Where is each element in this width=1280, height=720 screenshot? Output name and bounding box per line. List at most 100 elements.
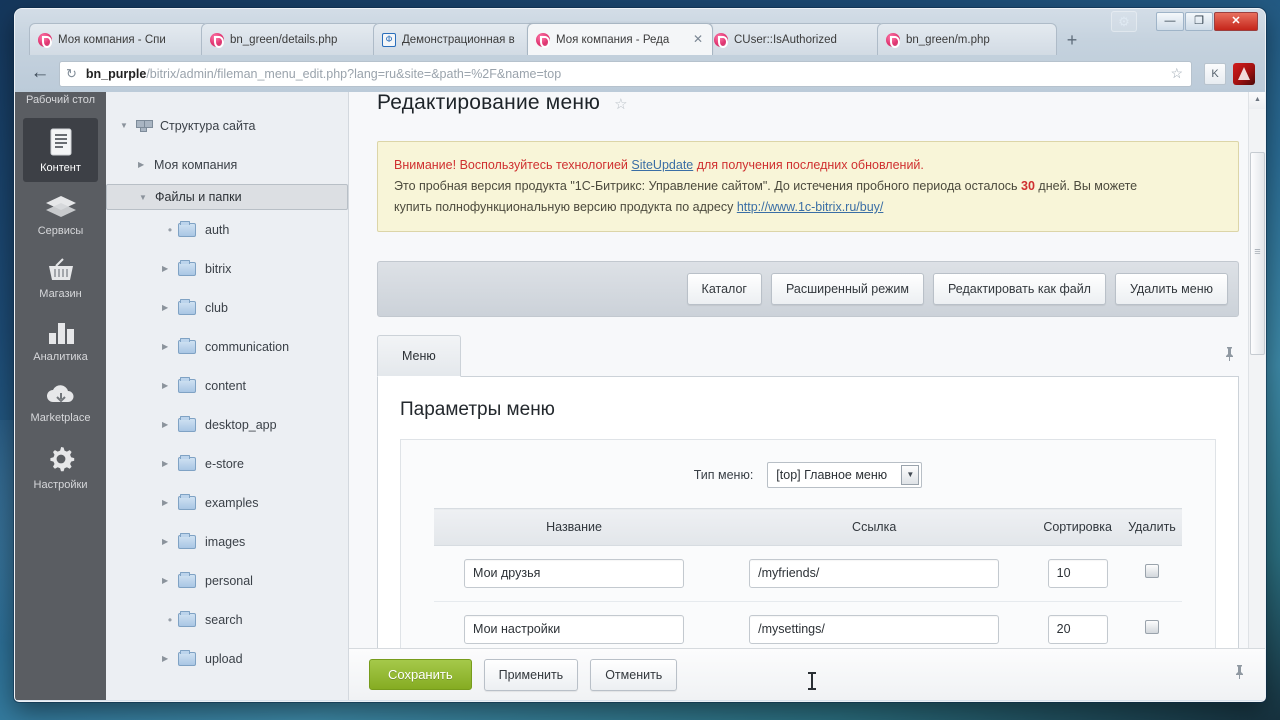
folder-icon: [178, 415, 196, 432]
chevron-right-icon[interactable]: ▶: [162, 654, 178, 663]
chevron-right-icon[interactable]: ▶: [162, 498, 178, 507]
tree-node-my-company[interactable]: ▶ Моя компания: [106, 145, 348, 184]
browser-tab-6[interactable]: bn_green/m.php: [877, 23, 1057, 55]
tab-menu[interactable]: Меню: [377, 335, 461, 377]
tab-title: CUser::IsAuthorized: [734, 33, 837, 46]
bitrix-logo-icon: [38, 32, 52, 48]
tree-node-search[interactable]: • search: [106, 600, 348, 639]
extension-k-icon[interactable]: K: [1204, 62, 1226, 85]
tree-node-club[interactable]: ▶ club: [106, 288, 348, 327]
tree-node-label: Моя компания: [154, 157, 238, 172]
demo-site-icon: [382, 32, 396, 47]
tree-node-label: auth: [205, 222, 230, 237]
edit-as-file-button[interactable]: Редактировать как файл: [933, 273, 1106, 305]
address-bar[interactable]: ↻ bn_purple/bitrix/admin/fileman_menu_ed…: [59, 60, 1192, 87]
menu-type-select[interactable]: [top] Главное меню ▼: [767, 462, 923, 488]
tree-node-label: e-store: [205, 456, 244, 471]
sidebar-item-marketplace[interactable]: Marketplace: [23, 374, 98, 432]
scrollbar-thumb[interactable]: [1250, 152, 1265, 355]
bookmark-star-icon[interactable]: ☆: [1170, 65, 1183, 82]
menu-item-delete-checkbox-1[interactable]: [1144, 564, 1159, 578]
chevron-right-icon[interactable]: ▶: [162, 303, 178, 312]
sidebar-item-shop[interactable]: Магазин: [23, 248, 98, 308]
cancel-button[interactable]: Отменить: [590, 658, 678, 691]
tree-node-label: Структура сайта: [160, 118, 256, 133]
bar-chart-icon: [48, 323, 74, 344]
tree-node-upload[interactable]: ▶ upload: [106, 639, 348, 678]
chevron-right-icon[interactable]: ▶: [162, 264, 178, 273]
sidebar-item-label: Сервисы: [37, 225, 84, 237]
scroll-up-arrow-icon[interactable]: ▲: [1249, 92, 1265, 109]
kaspersky-icon[interactable]: [1233, 62, 1255, 85]
chevron-right-icon[interactable]: ▶: [138, 160, 154, 169]
admin-sidebar: Рабочий стол Контент Сервисы Магазин Ана…: [15, 92, 106, 700]
cloud-download-icon: [46, 385, 73, 403]
pin-icon[interactable]: [1224, 346, 1235, 365]
notice-text-b: для получения последних обновлений.: [693, 158, 924, 172]
chevron-down-icon[interactable]: ▼: [901, 465, 920, 485]
delete-menu-button[interactable]: Удалить меню: [1114, 273, 1228, 305]
menu-item-name-input-2[interactable]: Мои настройки: [464, 615, 685, 644]
tree-node-e-store[interactable]: ▶ e-store: [106, 444, 348, 483]
tab-title: Моя компания - Спи: [58, 33, 166, 46]
chevron-right-icon[interactable]: ▶: [162, 420, 178, 429]
sidebar-item-content[interactable]: Контент: [23, 118, 98, 182]
advanced-mode-button[interactable]: Расширенный режим: [771, 273, 924, 305]
folder-icon: [178, 649, 196, 666]
sidebar-item-desktop[interactable]: Рабочий стол: [23, 94, 98, 115]
save-button[interactable]: Сохранить: [369, 659, 472, 690]
tree-node-auth[interactable]: • auth: [106, 210, 348, 249]
sidebar-item-analytics[interactable]: Аналитика: [23, 311, 98, 371]
tree-node-communication[interactable]: ▶ communication: [106, 327, 348, 366]
chevron-right-icon[interactable]: ▶: [162, 381, 178, 390]
apply-button[interactable]: Применить: [483, 658, 579, 691]
browser-tab-5[interactable]: CUser::IsAuthorized: [705, 23, 885, 55]
chevron-right-icon[interactable]: ▶: [162, 537, 178, 546]
chevron-right-icon[interactable]: ▶: [162, 576, 178, 585]
cell-sort: 10: [1033, 545, 1122, 602]
tree-node-personal[interactable]: ▶ personal: [106, 561, 348, 600]
folder-icon: [178, 454, 196, 471]
tree-node-label: personal: [205, 573, 253, 588]
table-header-row: Название Ссылка Сортировка Удалить: [433, 508, 1183, 546]
reload-icon[interactable]: ↻: [66, 66, 77, 82]
sidebar-item-services[interactable]: Сервисы: [23, 185, 98, 245]
catalog-button[interactable]: Каталог: [686, 273, 762, 305]
back-icon[interactable]: ←: [25, 61, 55, 87]
menu-item-link-input-2[interactable]: /mysettings/: [749, 615, 1000, 644]
chevron-right-icon[interactable]: ▶: [162, 459, 178, 468]
siteupdate-link[interactable]: SiteUpdate: [631, 158, 693, 172]
browser-tab-1[interactable]: Моя компания - Спи: [29, 23, 209, 55]
page-viewport: Рабочий стол Контент Сервисы Магазин Ана…: [15, 92, 1265, 700]
tree-node-images[interactable]: ▶ images: [106, 522, 348, 561]
favorite-star-icon[interactable]: ☆: [614, 96, 628, 113]
tree-node-site-structure[interactable]: ▼ Структура сайта: [106, 106, 348, 145]
browser-tab-4-active[interactable]: Моя компания - Реда ✕: [527, 23, 713, 55]
tree-node-content[interactable]: ▶ content: [106, 366, 348, 405]
tree-node-files-and-folders[interactable]: ▼ Файлы и папки: [106, 184, 348, 210]
folder-icon: [178, 337, 196, 354]
tree-node-examples[interactable]: ▶ examples: [106, 483, 348, 522]
tree-node-desktop-app[interactable]: ▶ desktop_app: [106, 405, 348, 444]
menu-item-sort-input-2[interactable]: 20: [1047, 615, 1108, 644]
page-title-text: Редактирование меню: [377, 92, 601, 114]
notice-line-2: Это пробная версия продукта "1С-Битрикс:…: [394, 176, 1222, 197]
menu-item-name-input-1[interactable]: Мои друзья: [464, 559, 685, 588]
sidebar-item-settings[interactable]: Настройки: [23, 435, 98, 499]
chevron-right-icon[interactable]: ▶: [162, 342, 178, 351]
buy-link[interactable]: http://www.1c-bitrix.ru/buy/: [737, 200, 884, 214]
page-scrollbar[interactable]: ▲ ▼: [1248, 92, 1265, 700]
chevron-down-icon[interactable]: ▼: [120, 121, 136, 130]
tree-node-bitrix[interactable]: ▶ bitrix: [106, 249, 348, 288]
close-icon[interactable]: ✕: [692, 33, 704, 46]
pin-icon[interactable]: [1234, 664, 1245, 685]
menu-item-sort-input-1[interactable]: 10: [1047, 559, 1108, 588]
trial-notice: Внимание! Воспользуйтесь технологией Sit…: [377, 141, 1239, 232]
browser-tab-3[interactable]: Демонстрационная в: [373, 23, 553, 55]
menu-item-delete-checkbox-2[interactable]: [1144, 620, 1159, 634]
menu-items-table: Название Ссылка Сортировка Удалить Мои д…: [433, 508, 1183, 658]
browser-tab-2[interactable]: bn_green/details.php: [201, 23, 381, 55]
chevron-down-icon[interactable]: ▼: [139, 193, 155, 202]
menu-item-link-input-1[interactable]: /myfriends/: [749, 559, 1000, 588]
new-tab-button[interactable]: +: [1059, 29, 1085, 53]
